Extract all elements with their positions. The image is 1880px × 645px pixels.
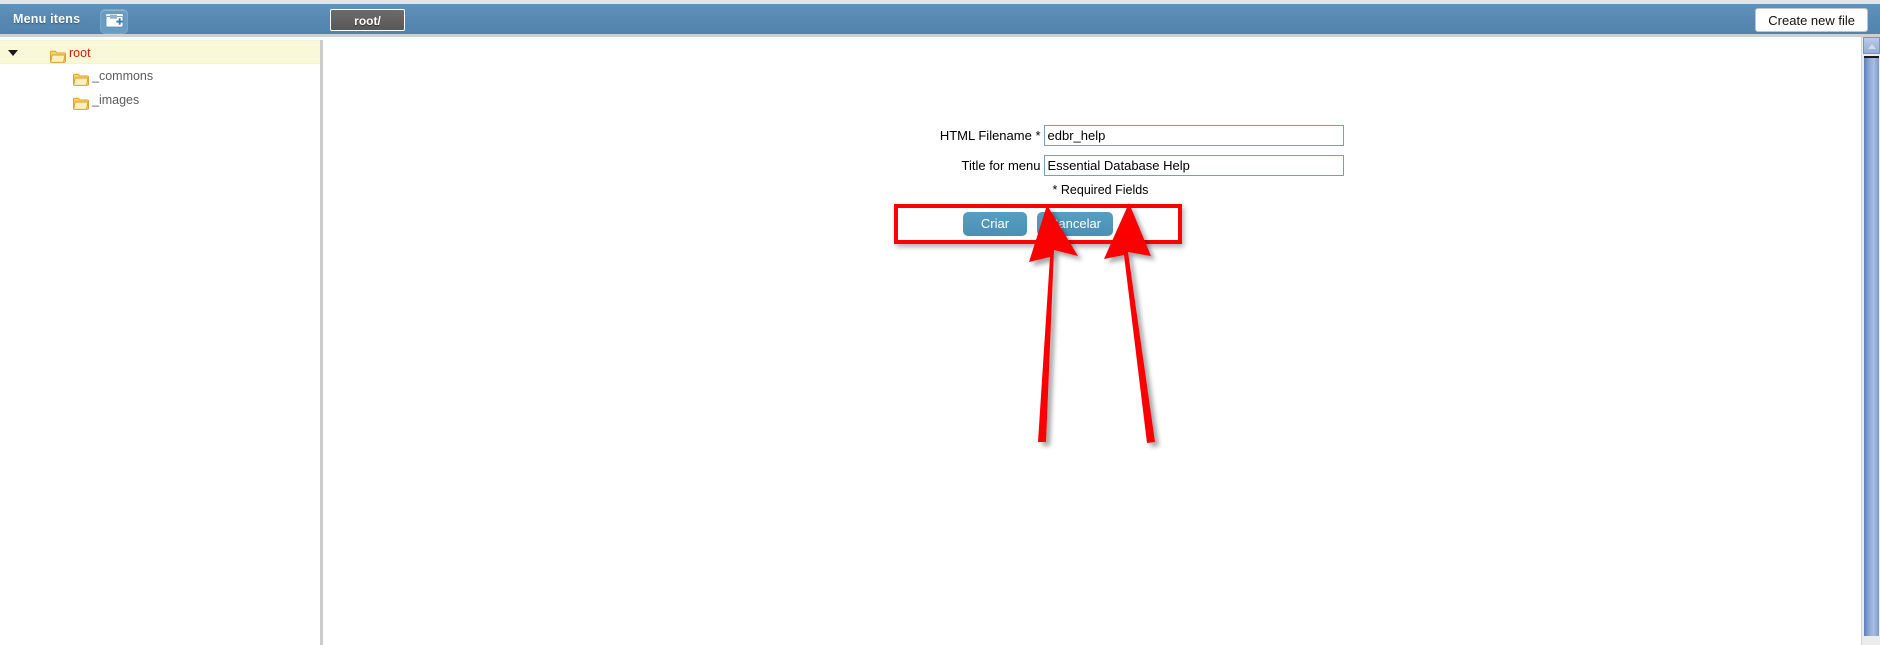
collapse-arrow-icon[interactable] [8,50,18,56]
annotation-highlight-box: Criar Cancelar [894,204,1182,244]
tree-item-commons[interactable]: _commons [0,64,320,88]
new-folder-button[interactable] [100,9,128,34]
main-body: root _commons _images HTML Filename * ed… [0,40,1880,645]
cancelar-button[interactable]: Cancelar [1036,212,1114,236]
path-tab-root[interactable]: root/ [330,9,405,31]
criar-button[interactable]: Criar [962,212,1027,236]
create-new-file-button[interactable]: Create new file [1755,8,1868,32]
scrollbar-up-arrow-icon[interactable] [1863,37,1880,54]
tree-item-root[interactable]: root [0,40,320,64]
folder-icon [73,94,89,118]
new-folder-icon [105,14,123,28]
tree-item-label: _images [92,93,140,107]
vertical-scrollbar[interactable] [1861,37,1880,645]
top-toolbar: Menu itens root/ Create new file [0,4,1880,37]
form-row-title: Title for menu [326,152,1861,178]
scrollbar-thumb[interactable] [1864,56,1879,636]
form-row-filename: HTML Filename * [326,122,1861,148]
title-for-menu-label: Title for menu [961,157,1041,173]
tree-item-label: _commons [92,69,154,83]
file-tree-sidebar: root _commons _images [0,40,323,645]
required-fields-note: * Required Fields [1052,183,1149,197]
tree-item-images[interactable]: _images [0,88,320,112]
new-file-form: HTML Filename * Title for menu * Require… [326,122,1861,197]
title-for-menu-input[interactable] [1043,154,1344,176]
tree-item-label: root [69,46,91,60]
form-button-row: Criar Cancelar [898,208,1178,240]
html-filename-input[interactable] [1043,124,1344,146]
html-filename-label: HTML Filename * [939,127,1041,143]
menu-items-label: Menu itens [13,12,81,26]
content-pane: HTML Filename * Title for menu * Require… [326,40,1861,645]
